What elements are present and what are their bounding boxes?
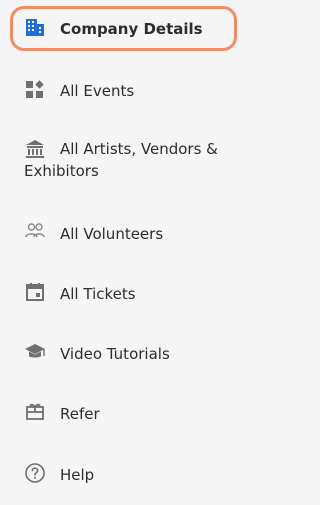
sidebar-item-label: Refer	[60, 405, 100, 423]
sidebar-nav: Company Details All Events All Artists, …	[0, 0, 244, 505]
sidebar-item-label: Help	[60, 466, 95, 484]
calendar-icon	[24, 281, 46, 303]
sidebar-item-all-events[interactable]: All Events	[0, 72, 244, 112]
gift-icon	[24, 400, 46, 422]
graduation-cap-icon	[24, 341, 46, 363]
sidebar-item-help[interactable]: Help	[0, 455, 244, 495]
sidebar-item-refer[interactable]: Refer	[0, 394, 244, 434]
help-circle-icon	[24, 462, 46, 484]
widgets-icon	[24, 79, 46, 101]
sidebar-item-label: Video Tutorials	[60, 345, 170, 363]
people-icon	[24, 220, 46, 242]
sidebar-item-company-details[interactable]: Company Details	[0, 0, 244, 58]
sidebar-item-all-artists[interactable]: All Artists, Vendors & Exhibitors	[0, 138, 244, 188]
sidebar-item-label: Company Details	[60, 20, 203, 38]
sidebar-item-video-tutorials[interactable]: Video Tutorials	[0, 334, 244, 374]
sidebar-item-label: All Tickets	[60, 285, 136, 303]
sidebar-item-all-tickets[interactable]: All Tickets	[0, 274, 244, 314]
sidebar-item-label: All Events	[60, 82, 135, 100]
sidebar-item-all-volunteers[interactable]: All Volunteers	[0, 214, 244, 254]
sidebar-item-label: All Artists, Vendors & Exhibitors	[24, 140, 218, 180]
sidebar-item-label: All Volunteers	[60, 225, 164, 243]
building-icon	[24, 17, 46, 39]
